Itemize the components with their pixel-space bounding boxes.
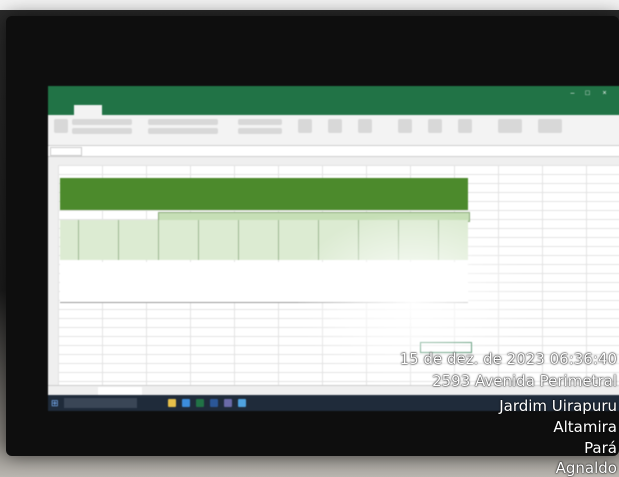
table-row[interactable]	[60, 292, 468, 303]
header-cell	[198, 220, 239, 260]
header-cell	[78, 220, 119, 260]
header-cell	[118, 220, 159, 260]
format-as-table-button[interactable]	[328, 119, 342, 133]
timestamp-city-line: Altamira	[553, 418, 617, 436]
paste-button[interactable]	[54, 119, 68, 133]
app-icon[interactable]	[224, 399, 232, 407]
number-format-buttons[interactable]	[238, 128, 282, 134]
close-icon[interactable]: ×	[600, 90, 609, 98]
timestamp-address-line: 2593 Avenida Perimetral	[432, 372, 617, 390]
browser-icon[interactable]	[182, 399, 190, 407]
header-cell	[358, 220, 399, 260]
monitor-frame: – □ × ⊞	[6, 16, 619, 456]
tab-file[interactable]	[52, 105, 58, 107]
header-cell	[398, 220, 439, 260]
formula-bar	[48, 146, 619, 157]
timestamp-state-line: Pará	[584, 439, 617, 457]
tab-view[interactable]	[240, 105, 262, 113]
cell-styles-button[interactable]	[358, 119, 372, 133]
tab-insert[interactable]	[106, 105, 128, 113]
tab-review[interactable]	[214, 105, 238, 113]
insert-cells-button[interactable]	[398, 119, 412, 133]
file-explorer-icon[interactable]	[168, 399, 176, 407]
maximize-icon[interactable]: □	[583, 90, 592, 98]
timestamp-author-line: Agnaldo	[555, 459, 617, 477]
ribbon-tabs	[48, 104, 619, 115]
number-format-select[interactable]	[238, 119, 282, 125]
excel-icon[interactable]	[196, 399, 204, 407]
minimize-icon[interactable]: –	[568, 90, 577, 98]
conditional-formatting-button[interactable]	[298, 119, 312, 133]
tab-data[interactable]	[192, 105, 212, 113]
font-selector[interactable]	[72, 119, 132, 125]
windows-start-icon[interactable]: ⊞	[51, 398, 61, 408]
alignment-buttons[interactable]	[148, 119, 218, 125]
timestamp-neighborhood-line: Jardim Uirapuru	[499, 397, 617, 415]
find-select-button[interactable]	[538, 119, 562, 133]
timestamp-date-line: 15 de dez. de 2023 06:36:40	[399, 350, 617, 368]
tab-help[interactable]	[264, 105, 286, 113]
tab-home[interactable]	[74, 105, 102, 115]
wrap-merge-buttons[interactable]	[148, 128, 218, 134]
header-cell	[158, 220, 199, 260]
ribbon	[48, 115, 619, 146]
tab-page-layout[interactable]	[132, 105, 162, 113]
tell-me-search[interactable]	[288, 105, 364, 113]
tab-formulas[interactable]	[164, 105, 190, 113]
header-cell	[278, 220, 319, 260]
app-icon[interactable]	[238, 399, 246, 407]
format-cells-button[interactable]	[458, 119, 472, 133]
excel-title-bar: – □ ×	[48, 86, 619, 104]
header-cell	[238, 220, 279, 260]
header-cell	[60, 220, 79, 260]
sheet-title-band	[60, 178, 468, 210]
table-column-headers	[60, 220, 468, 260]
delete-cells-button[interactable]	[428, 119, 442, 133]
taskbar-search[interactable]	[64, 398, 137, 408]
sort-filter-button[interactable]	[498, 119, 522, 133]
word-icon[interactable]	[210, 399, 218, 407]
header-cell	[318, 220, 359, 260]
font-format-buttons[interactable]	[72, 128, 132, 134]
name-box[interactable]	[50, 147, 82, 156]
sheet-tab[interactable]	[98, 387, 142, 395]
